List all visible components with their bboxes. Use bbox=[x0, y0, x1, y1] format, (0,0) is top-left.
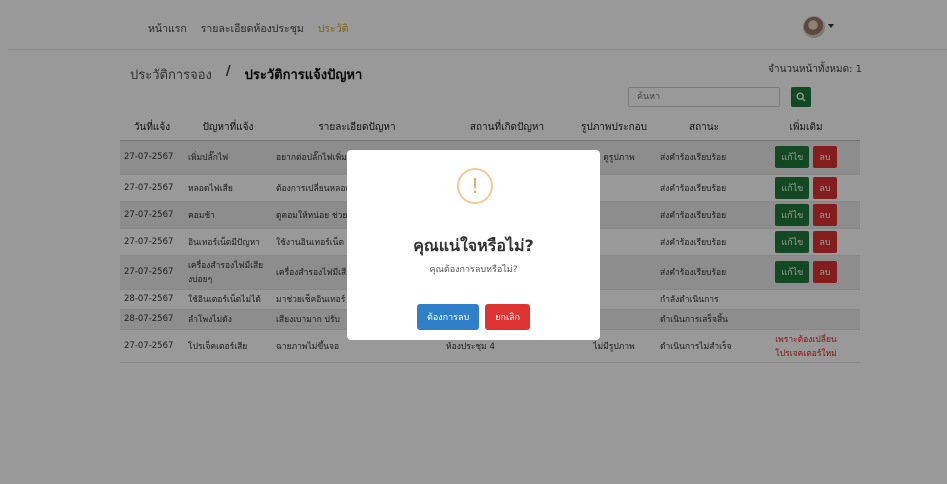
dialog-message: คุณต้องการลบหรือไม่? bbox=[429, 265, 518, 275]
dialog-title: คุณแน่ใจหรือไม่? bbox=[413, 236, 534, 255]
confirm-dialog: ! คุณแน่ใจหรือไม่? คุณต้องการลบหรือไม่? … bbox=[347, 150, 600, 340]
cancel-button[interactable]: ยกเลิก bbox=[485, 304, 530, 330]
exclamation-icon: ! bbox=[457, 168, 493, 204]
dialog-buttons: ต้องการลบ ยกเลิก bbox=[347, 304, 600, 330]
confirm-delete-button[interactable]: ต้องการลบ bbox=[417, 304, 480, 330]
